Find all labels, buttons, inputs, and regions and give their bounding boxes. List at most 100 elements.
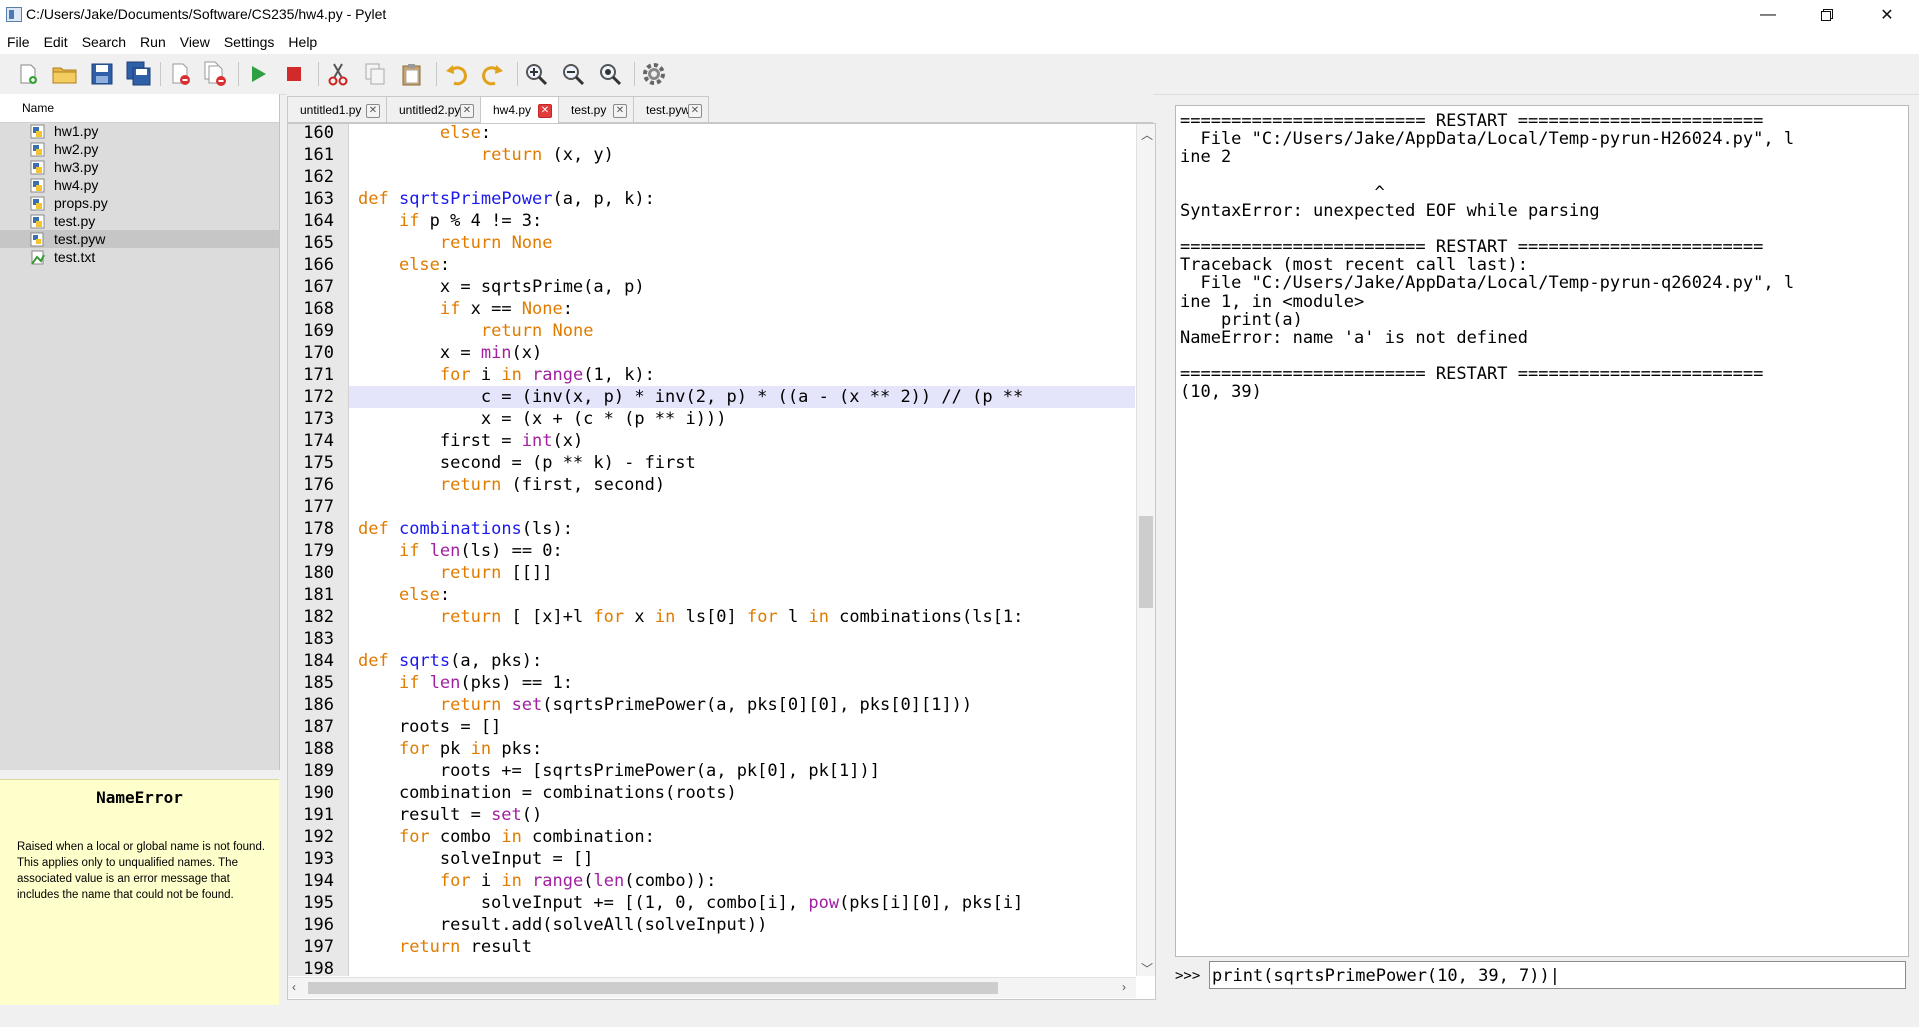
code-line[interactable]: solveInput = [] bbox=[349, 848, 1135, 870]
close-tab-icon[interactable]: ✕ bbox=[460, 104, 474, 118]
code-line[interactable]: return set(sqrtsPrimePower(a, pks[0][0],… bbox=[349, 694, 1135, 716]
code-line[interactable]: else: bbox=[349, 584, 1135, 606]
close-file-icon[interactable] bbox=[167, 60, 195, 88]
file-browser-header[interactable]: Name bbox=[0, 94, 279, 123]
scroll-right-icon[interactable]: › bbox=[1122, 980, 1126, 994]
code-line[interactable]: c = (inv(x, p) * inv(2, p) * ((a - (x **… bbox=[349, 386, 1135, 408]
stop-icon[interactable] bbox=[280, 60, 308, 88]
menu-edit[interactable]: Edit bbox=[37, 34, 75, 50]
shell-input[interactable]: print(sqrtsPrimePower(10, 39, 7))| bbox=[1209, 961, 1906, 989]
menu-file[interactable]: File bbox=[0, 34, 37, 50]
code-line[interactable]: combination = combinations(roots) bbox=[349, 782, 1135, 804]
close-tab-icon[interactable]: ✕ bbox=[613, 104, 627, 118]
code-line[interactable]: second = (p ** k) - first bbox=[349, 452, 1135, 474]
line-number: 173 bbox=[303, 409, 334, 429]
scroll-down-icon[interactable]: ﹀ bbox=[1141, 960, 1153, 977]
close-tab-icon[interactable]: ✕ bbox=[538, 104, 552, 118]
new-file-icon[interactable] bbox=[14, 60, 42, 88]
open-folder-icon[interactable] bbox=[51, 60, 79, 88]
file-item[interactable]: hw4.py bbox=[0, 176, 279, 194]
code-line[interactable]: x = min(x) bbox=[349, 342, 1135, 364]
code-line[interactable]: for i in range(1, k): bbox=[349, 364, 1135, 386]
tab-untitled2-py[interactable]: untitled2.py ✕ bbox=[386, 96, 481, 122]
code-line[interactable]: def combinations(ls): bbox=[349, 518, 1135, 540]
close-window-button[interactable]: ✕ bbox=[1864, 0, 1910, 30]
code-editor[interactable]: 160 161 162 163 164 165 166 167 168 169 170 171 172 1… bbox=[287, 123, 1156, 1000]
code-line[interactable]: else: bbox=[349, 254, 1135, 276]
file-item[interactable]: hw1.py bbox=[0, 122, 279, 140]
close-all-icon[interactable] bbox=[202, 60, 230, 88]
save-icon[interactable] bbox=[88, 60, 116, 88]
tab-test-py[interactable]: test.py ✕ bbox=[558, 96, 634, 122]
file-item[interactable]: test.py bbox=[0, 212, 279, 230]
code-line[interactable]: x = (x + (c * (p ** i))) bbox=[349, 408, 1135, 430]
undo-icon[interactable] bbox=[442, 60, 470, 88]
tab-test-pyw[interactable]: test.pyw ✕ bbox=[633, 96, 709, 122]
code-line[interactable]: return None bbox=[349, 320, 1135, 342]
maximize-button[interactable] bbox=[1804, 0, 1850, 30]
zoom-reset-icon[interactable] bbox=[596, 60, 624, 88]
vertical-scrollbar[interactable]: ︿ ﹀ bbox=[1136, 124, 1155, 976]
scroll-up-icon[interactable]: ︿ bbox=[1141, 126, 1153, 143]
scroll-left-icon[interactable]: ‹ bbox=[292, 980, 296, 994]
zoom-out-icon[interactable] bbox=[559, 60, 587, 88]
code-line[interactable]: if len(pks) == 1: bbox=[349, 672, 1135, 694]
code-line[interactable]: return result bbox=[349, 936, 1135, 958]
file-item[interactable]: hw2.py bbox=[0, 140, 279, 158]
menu-view[interactable]: View bbox=[173, 34, 217, 50]
code-line[interactable]: return [ [x]+l for x in ls[0] for l in c… bbox=[349, 606, 1135, 628]
code-line[interactable]: if p % 4 != 3: bbox=[349, 210, 1135, 232]
code-line[interactable]: solveInput += [(1, 0, combo[i], pow(pks[… bbox=[349, 892, 1135, 914]
save-all-icon[interactable] bbox=[125, 60, 153, 88]
horizontal-scrollbar[interactable]: ‹ › bbox=[288, 977, 1136, 998]
code-line[interactable] bbox=[349, 496, 1135, 518]
code-line[interactable]: return None bbox=[349, 232, 1135, 254]
code-line[interactable]: return (x, y) bbox=[349, 144, 1135, 166]
code-line[interactable] bbox=[349, 166, 1135, 188]
redo-icon[interactable] bbox=[479, 60, 507, 88]
code-line[interactable]: result = set() bbox=[349, 804, 1135, 826]
file-item[interactable]: test.pyw bbox=[0, 230, 279, 248]
code-line[interactable]: first = int(x) bbox=[349, 430, 1135, 452]
menu-settings[interactable]: Settings bbox=[217, 34, 282, 50]
menu-help[interactable]: Help bbox=[281, 34, 324, 50]
code-line[interactable]: if x == None: bbox=[349, 298, 1135, 320]
tab-untitled1-py[interactable]: untitled1.py ✕ bbox=[287, 96, 387, 122]
file-item[interactable]: hw3.py bbox=[0, 158, 279, 176]
vertical-scroll-thumb[interactable] bbox=[1139, 516, 1153, 608]
code-line[interactable]: if len(ls) == 0: bbox=[349, 540, 1135, 562]
code-line[interactable]: def sqrts(a, pks): bbox=[349, 650, 1135, 672]
file-item[interactable]: test.txt bbox=[0, 248, 279, 266]
code-line[interactable]: x = sqrtsPrime(a, p) bbox=[349, 276, 1135, 298]
code-line[interactable]: roots += [sqrtsPrimePower(a, pk[0], pk[1… bbox=[349, 760, 1135, 782]
code-line[interactable] bbox=[349, 958, 1135, 976]
code-line[interactable]: for pk in pks: bbox=[349, 738, 1135, 760]
code-line[interactable]: def sqrtsPrimePower(a, p, k): bbox=[349, 188, 1135, 210]
settings-gear-icon[interactable] bbox=[640, 60, 668, 88]
copy-icon[interactable] bbox=[361, 60, 389, 88]
code-line[interactable]: return (first, second) bbox=[349, 474, 1135, 496]
run-icon[interactable] bbox=[244, 60, 272, 88]
code-line[interactable]: return [[]] bbox=[349, 562, 1135, 584]
column-name-label: Name bbox=[22, 101, 55, 115]
line-number: 188 bbox=[303, 739, 334, 759]
code-line[interactable] bbox=[349, 628, 1135, 650]
minimize-button[interactable]: — bbox=[1745, 0, 1791, 30]
menu-search[interactable]: Search bbox=[75, 34, 133, 50]
zoom-in-icon[interactable] bbox=[522, 60, 550, 88]
code-line[interactable]: for i in range(len(combo)): bbox=[349, 870, 1135, 892]
tab-hw4-py[interactable]: hw4.py ✕ bbox=[480, 96, 559, 124]
code-line[interactable]: roots = [] bbox=[349, 716, 1135, 738]
file-item[interactable]: props.py bbox=[0, 194, 279, 212]
shell-output[interactable]: ======================== RESTART =======… bbox=[1175, 105, 1909, 957]
code-line[interactable]: else: bbox=[349, 124, 1135, 144]
close-tab-icon[interactable]: ✕ bbox=[366, 104, 380, 118]
code-line[interactable]: result.add(solveAll(solveInput)) bbox=[349, 914, 1135, 936]
cut-icon[interactable] bbox=[324, 60, 352, 88]
code-area[interactable]: else: return (x, y) def sqrtsPrimePower(a… bbox=[349, 124, 1135, 976]
menu-run[interactable]: Run bbox=[133, 34, 173, 50]
paste-icon[interactable] bbox=[398, 60, 426, 88]
horizontal-scroll-thumb[interactable] bbox=[308, 982, 998, 994]
code-line[interactable]: for combo in combination: bbox=[349, 826, 1135, 848]
close-tab-icon[interactable]: ✕ bbox=[688, 104, 702, 118]
